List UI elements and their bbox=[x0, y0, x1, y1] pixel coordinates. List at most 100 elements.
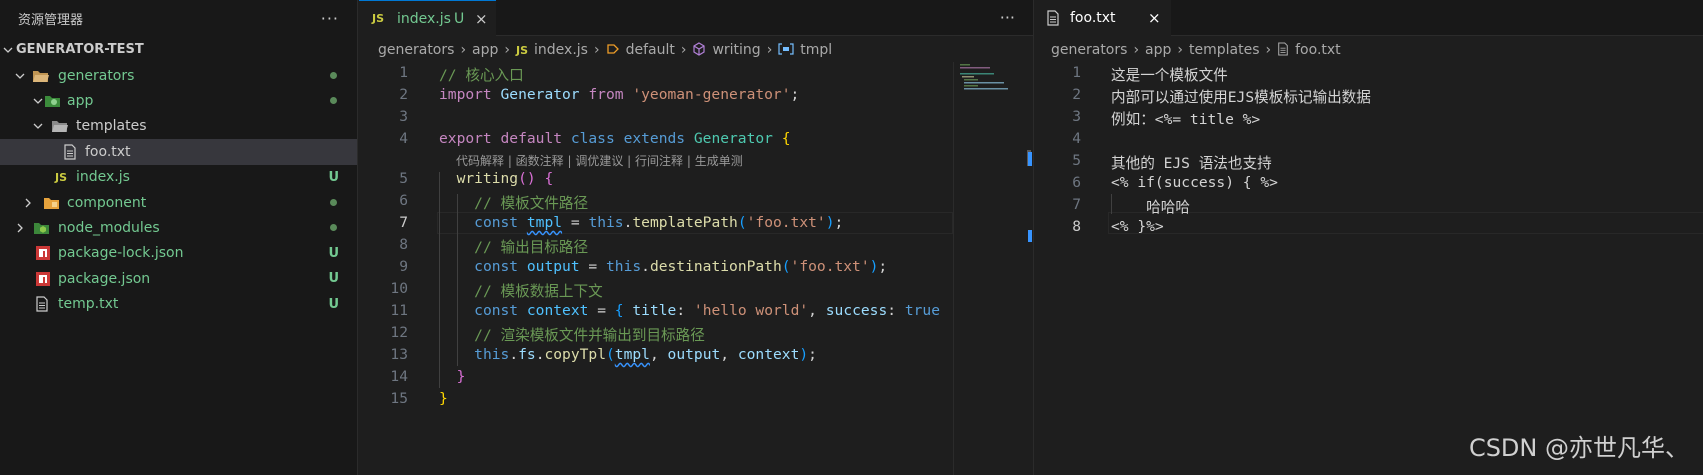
code-line-4: export default class extends Generator { bbox=[439, 130, 791, 147]
chevron-right-icon: › bbox=[680, 42, 687, 58]
tree-item-package-json[interactable]: package.json U bbox=[0, 266, 357, 291]
breadcrumb-item[interactable]: app bbox=[472, 42, 498, 58]
chevron-right-icon: › bbox=[766, 42, 773, 58]
chevron-right-icon bbox=[22, 197, 34, 209]
tree-item-foo-txt[interactable]: foo.txt bbox=[0, 139, 357, 165]
line-number-active: 8 bbox=[1072, 218, 1081, 235]
line-number: 1 bbox=[1072, 64, 1081, 81]
breadcrumb-item[interactable]: foo.txt bbox=[1295, 42, 1341, 58]
code-line-12: // 渲染模板文件并输出到目标路径 bbox=[474, 327, 705, 344]
folder-open-icon bbox=[51, 118, 69, 134]
text-line-7: 哈哈哈 bbox=[1111, 199, 1190, 216]
chevron-down-icon bbox=[32, 120, 44, 132]
tree-item-temp-txt[interactable]: temp.txt U bbox=[0, 292, 357, 317]
line-number: 3 bbox=[399, 108, 408, 125]
javascript-file-icon: JS bbox=[516, 43, 529, 57]
breadcrumb-item[interactable]: app bbox=[1145, 42, 1171, 58]
tab-git-status: U bbox=[454, 10, 465, 27]
tree-item-label: node_modules bbox=[58, 220, 160, 237]
tree-item-label: generators bbox=[58, 67, 135, 84]
method-icon bbox=[606, 42, 620, 59]
code-line-1: // 核心入口 bbox=[439, 67, 524, 84]
scrollbar-marker bbox=[1028, 230, 1032, 242]
explorer-more-button[interactable]: ··· bbox=[321, 9, 339, 28]
tree-root-label: GENERATOR-TEST bbox=[16, 42, 144, 57]
tree-root-generator-test[interactable]: GENERATOR-TEST bbox=[0, 36, 357, 63]
tree-item-component[interactable]: component bbox=[0, 190, 357, 215]
tree-item-package-lock-json[interactable]: package-lock.json U bbox=[0, 241, 357, 266]
text-line-1: 这是一个模板文件 bbox=[1111, 67, 1228, 84]
breadcrumb-item[interactable]: generators bbox=[378, 42, 454, 58]
tree-item-index-js[interactable]: JS index.js U bbox=[0, 165, 357, 190]
line-number: 6 bbox=[399, 192, 408, 209]
git-modified-dot bbox=[330, 224, 337, 232]
variable-icon bbox=[778, 42, 794, 58]
text-file-icon bbox=[61, 144, 79, 160]
breadcrumb-item[interactable]: templates bbox=[1189, 42, 1260, 58]
code-line-2: import Generator from 'yeoman-generator'… bbox=[439, 86, 800, 103]
line-number: 1 bbox=[399, 64, 408, 81]
line-number: 5 bbox=[399, 170, 408, 187]
breadcrumb-item[interactable]: default bbox=[626, 42, 675, 58]
line-number: 9 bbox=[399, 258, 408, 275]
tab-foo-txt[interactable]: foo.txt × bbox=[1034, 0, 1171, 36]
breadcrumb-item[interactable]: index.js bbox=[534, 42, 588, 58]
tab-index-js[interactable]: JS index.js U × bbox=[359, 0, 496, 36]
git-untracked-badge: U bbox=[328, 169, 339, 185]
text-file-icon bbox=[1046, 10, 1060, 30]
tree-item-label: templates bbox=[76, 118, 147, 135]
current-line-highlight bbox=[1108, 212, 1703, 234]
breadcrumb-item[interactable]: tmpl bbox=[800, 42, 832, 58]
tree-item-node-modules[interactable]: node_modules bbox=[0, 215, 357, 240]
git-untracked-badge: U bbox=[328, 245, 339, 261]
line-number: 12 bbox=[390, 324, 408, 341]
tree-item-label: index.js bbox=[76, 169, 130, 186]
component-folder-icon bbox=[43, 195, 61, 211]
javascript-file-icon: JS bbox=[372, 12, 385, 25]
breadcrumb-item[interactable]: writing bbox=[712, 42, 760, 58]
chevron-right-icon bbox=[14, 222, 26, 234]
folder-open-icon bbox=[32, 68, 50, 84]
line-number: 15 bbox=[390, 390, 408, 407]
line-number: 14 bbox=[390, 368, 408, 385]
git-untracked-badge: U bbox=[328, 296, 339, 312]
codelens-actions[interactable]: 代码解释 | 函数注释 | 调优建议 | 行间注释 | 生成单测 bbox=[456, 152, 743, 169]
javascript-file-icon: JS bbox=[54, 170, 67, 184]
code-line-10: // 模板数据上下文 bbox=[474, 283, 603, 300]
git-untracked-badge: U bbox=[328, 271, 339, 287]
code-line-5: writing() { bbox=[456, 170, 554, 187]
code-line-7: const tmpl = this.templatePath('foo.txt'… bbox=[474, 214, 844, 231]
git-modified-dot bbox=[330, 198, 337, 206]
line-number: 5 bbox=[1072, 152, 1081, 169]
git-modified-dot bbox=[330, 97, 337, 105]
editor1-more-button[interactable]: ··· bbox=[1000, 8, 1015, 27]
tree-item-templates[interactable]: templates bbox=[0, 114, 357, 139]
line-number: 4 bbox=[399, 130, 408, 147]
csdn-watermark: CSDN @亦世凡华、 bbox=[1468, 434, 1689, 462]
minimap-preview bbox=[960, 64, 1008, 90]
editor2-tabbar: foo.txt × bbox=[1034, 0, 1703, 36]
chevron-right-icon: › bbox=[593, 42, 600, 58]
line-number-active: 7 bbox=[399, 214, 408, 231]
text-line-8: <% }%> bbox=[1111, 218, 1164, 235]
editor1-minimap[interactable] bbox=[953, 62, 1017, 475]
line-number: 11 bbox=[390, 302, 408, 319]
tree-item-app[interactable]: app bbox=[0, 88, 357, 113]
line-number: 2 bbox=[399, 86, 408, 103]
close-icon[interactable]: × bbox=[475, 10, 488, 28]
tree-item-generators[interactable]: generators bbox=[0, 63, 357, 88]
explorer-header: 资源管理器 ··· bbox=[0, 0, 357, 36]
editor-group-divider[interactable] bbox=[1033, 0, 1034, 475]
tab-label: foo.txt bbox=[1070, 10, 1116, 26]
editor1-tabbar: JS index.js U × ··· bbox=[359, 0, 1033, 36]
text-file-icon bbox=[33, 296, 51, 312]
code-line-9: const output = this.destinationPath('foo… bbox=[474, 258, 888, 275]
cube-icon bbox=[692, 41, 706, 59]
text-line-3: 例如：<%= title %> bbox=[1111, 111, 1261, 128]
node-folder-icon bbox=[33, 220, 51, 236]
breadcrumb-item[interactable]: generators bbox=[1051, 42, 1127, 58]
chevron-right-icon: › bbox=[1133, 42, 1140, 58]
close-icon[interactable]: × bbox=[1148, 9, 1161, 27]
explorer-title: 资源管理器 bbox=[18, 12, 84, 28]
code-line-8: // 输出目标路径 bbox=[474, 239, 589, 256]
